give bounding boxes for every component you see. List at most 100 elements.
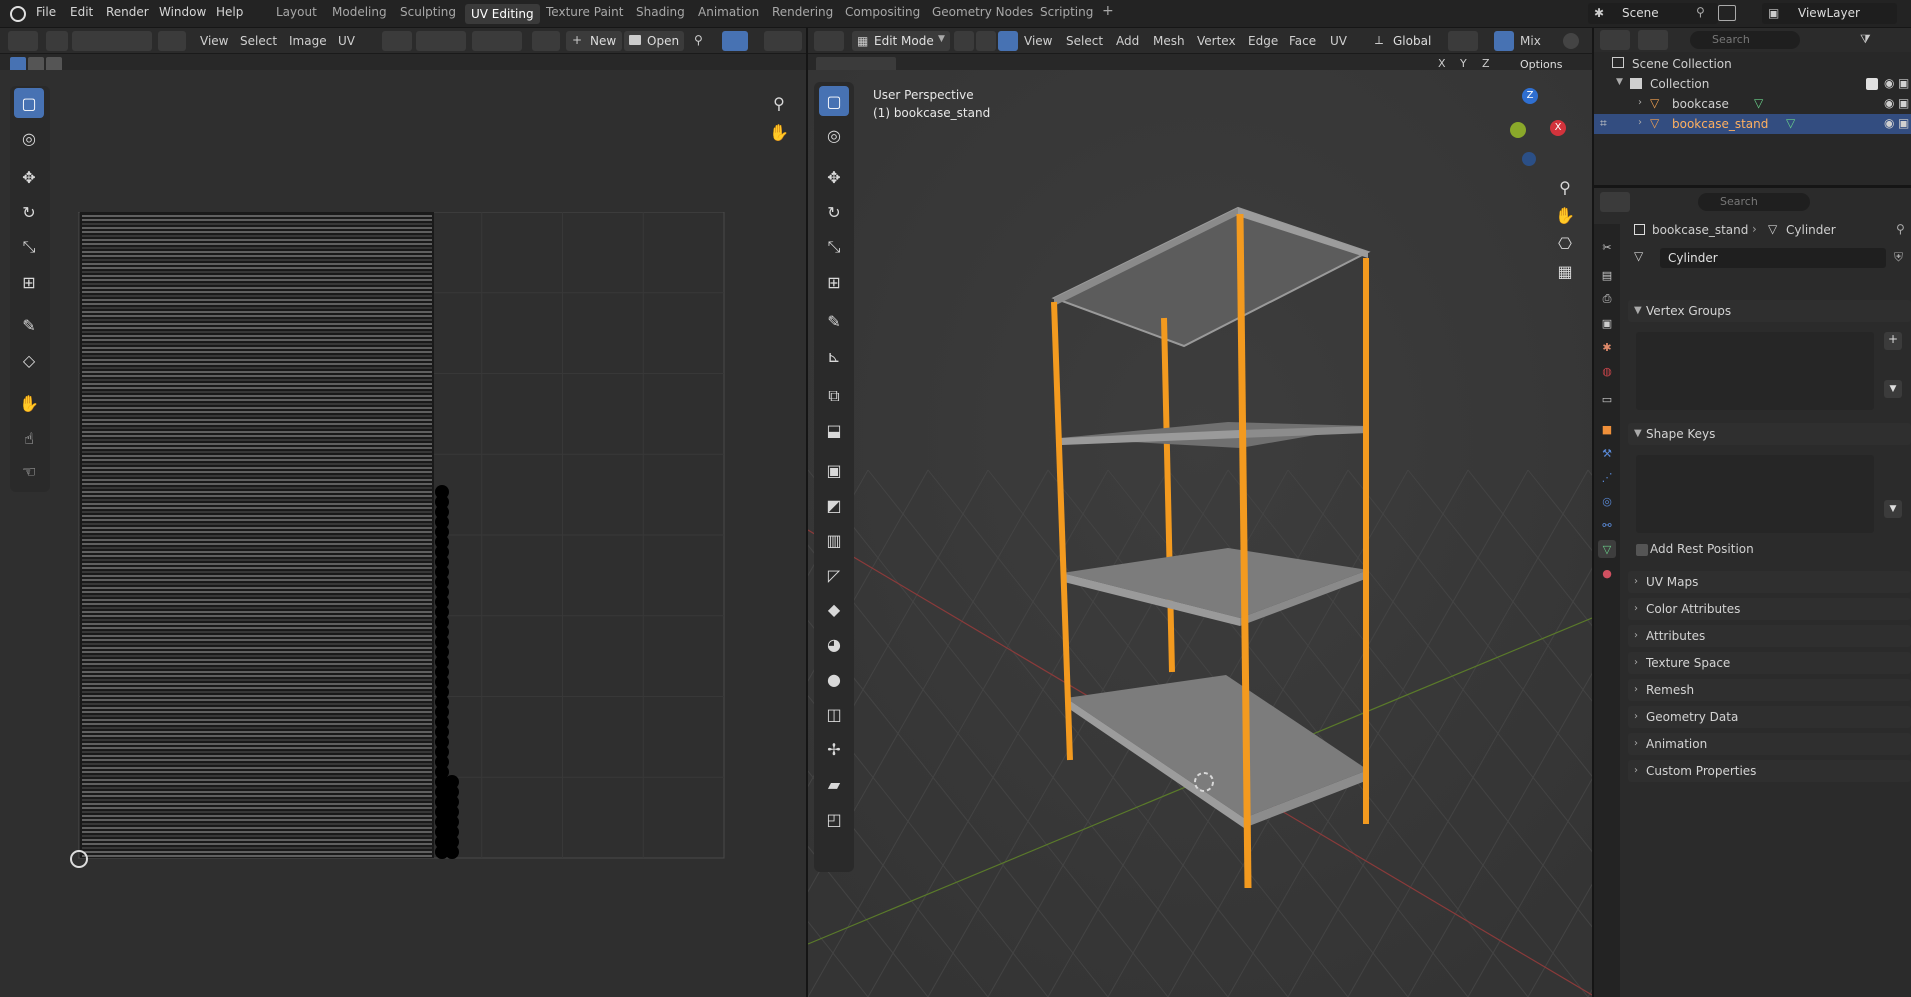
relax-tool-icon[interactable]: ☝ bbox=[14, 423, 44, 453]
proportional-edit-toggle-icon[interactable] bbox=[1563, 33, 1579, 49]
render-camera-icon[interactable]: ▣ bbox=[1898, 96, 1909, 110]
visibility-eye-icon[interactable]: ◉ bbox=[1884, 96, 1894, 110]
annotate-tool-icon[interactable]: ✎ bbox=[14, 310, 44, 340]
physics-tab-icon[interactable]: ◎ bbox=[1598, 492, 1616, 510]
shape-keys-panel-header[interactable]: ▼ Shape Keys bbox=[1628, 423, 1911, 445]
attributes-panel-header[interactable]: › Attributes bbox=[1628, 625, 1911, 647]
add-rest-position-checkbox[interactable] bbox=[1636, 544, 1648, 556]
pin-icon[interactable]: ⚲ bbox=[1896, 222, 1905, 236]
uv-select-mode-buttons[interactable] bbox=[72, 31, 152, 51]
expand-chevron-icon[interactable]: › bbox=[1638, 117, 1642, 128]
vertex-groups-panel-header[interactable]: ▼ Vertex Groups bbox=[1628, 300, 1911, 322]
grab-tool-icon[interactable]: ✋ bbox=[14, 388, 44, 418]
visibility-eye-icon[interactable]: ◉ bbox=[1884, 76, 1894, 90]
spin-tool-icon[interactable]: ◕ bbox=[819, 629, 849, 659]
output-tab-icon[interactable]: ⎙ bbox=[1598, 290, 1616, 308]
view-layer-selector[interactable]: ▣ ViewLayer bbox=[1762, 3, 1897, 24]
tool-tab-icon[interactable]: ✂ bbox=[1598, 238, 1616, 256]
rip-tool-icon[interactable]: ◇ bbox=[14, 345, 44, 375]
uv-menu-view[interactable]: View bbox=[200, 34, 228, 48]
vp-menu-face[interactable]: Face bbox=[1289, 34, 1316, 48]
shape-key-menu-chevron-icon[interactable]: ▼ bbox=[1884, 500, 1902, 518]
vp-scale-tool-icon[interactable]: ⤡ bbox=[819, 232, 849, 262]
proportional-edit-icon[interactable] bbox=[472, 31, 522, 51]
vp-menu-mesh[interactable]: Mesh bbox=[1153, 34, 1185, 48]
inset-faces-tool-icon[interactable]: ▣ bbox=[819, 455, 849, 485]
axis-z-toggle[interactable]: Z bbox=[1482, 57, 1490, 70]
constraints-tab-icon[interactable]: ⚯ bbox=[1598, 516, 1616, 534]
gizmo-x-axis[interactable]: X bbox=[1550, 120, 1566, 136]
properties-editor-type-icon[interactable] bbox=[1600, 192, 1630, 212]
pivot-point-icon[interactable] bbox=[1448, 31, 1478, 51]
vertex-groups-list[interactable] bbox=[1636, 332, 1874, 410]
rip-region-tool-icon[interactable]: ◰ bbox=[819, 804, 849, 834]
fake-user-shield-icon[interactable]: ⛨ bbox=[1894, 250, 1903, 265]
tab-animation[interactable]: Animation bbox=[698, 5, 759, 19]
tab-scripting[interactable]: Scripting bbox=[1040, 5, 1093, 19]
tab-sculpting[interactable]: Sculpting bbox=[400, 5, 456, 19]
vp-menu-edge[interactable]: Edge bbox=[1248, 34, 1278, 48]
outliner-item-bookcase-stand[interactable]: ⌗ › ▽ bookcase_stand ▽ ◉ ▣ bbox=[1594, 114, 1911, 134]
outliner-editor-type-icon[interactable] bbox=[1600, 30, 1630, 50]
mode-selector[interactable]: ▦ Edit Mode ▼ bbox=[852, 31, 950, 51]
vp-menu-vertex[interactable]: Vertex bbox=[1197, 34, 1236, 48]
tab-modeling[interactable]: Modeling bbox=[332, 5, 387, 19]
vp-menu-uv[interactable]: UV bbox=[1330, 34, 1347, 48]
mesh-datablock-field[interactable]: ▽ Cylinder ⛨ bbox=[1630, 248, 1911, 268]
shear-tool-icon[interactable]: ▰ bbox=[819, 769, 849, 799]
overlay-toggle-icon[interactable] bbox=[764, 31, 802, 51]
data-tab-icon[interactable]: ▽ bbox=[1598, 540, 1616, 558]
scene-selector[interactable]: ✱ Scene ⚲ bbox=[1588, 3, 1718, 24]
render-tab-icon[interactable]: ▤ bbox=[1598, 266, 1616, 284]
tab-shading[interactable]: Shading bbox=[636, 5, 685, 19]
scale-tool-icon[interactable]: ⤡ bbox=[14, 232, 44, 262]
add-vertex-group-button[interactable]: + bbox=[1884, 332, 1902, 350]
vp-menu-select[interactable]: Select bbox=[1066, 34, 1103, 48]
tab-layout[interactable]: Layout bbox=[276, 5, 317, 19]
vp-menu-view[interactable]: View bbox=[1024, 34, 1052, 48]
outliner-search-input[interactable]: Search bbox=[1690, 31, 1800, 49]
perspective-toggle-icon[interactable]: ▦ bbox=[1550, 256, 1580, 286]
shrink-fatten-tool-icon[interactable]: ✢ bbox=[819, 734, 849, 764]
color-attributes-panel-header[interactable]: › Color Attributes bbox=[1628, 598, 1911, 620]
world-tab-icon[interactable]: ◍ bbox=[1598, 362, 1616, 380]
vp-menu-add[interactable]: Add bbox=[1116, 34, 1139, 48]
poly-build-tool-icon[interactable]: ◆ bbox=[819, 594, 849, 624]
pan-view-icon[interactable]: ✋ bbox=[764, 117, 794, 147]
particles-tab-icon[interactable]: ⋰ bbox=[1598, 468, 1616, 486]
menu-window[interactable]: Window bbox=[159, 5, 206, 19]
modifier-tab-icon[interactable]: ⚒ bbox=[1598, 444, 1616, 462]
3d-viewport[interactable]: User Perspective (1) bookcase_stand ▢ ◎ … bbox=[808, 70, 1592, 997]
vp-cursor-tool-icon[interactable]: ◎ bbox=[819, 120, 849, 150]
uv-editor-canvas[interactable]: ▢ ◎ ✥ ↻ ⤡ ⊞ ✎ ◇ ✋ ☝ ☜ ⚲ ✋ bbox=[0, 70, 806, 997]
pin-image-icon[interactable]: ⚲ bbox=[694, 33, 703, 47]
axis-y-toggle[interactable]: Y bbox=[1460, 57, 1467, 70]
snap-toggle-icon[interactable] bbox=[1494, 31, 1514, 51]
filter-icon[interactable]: ⧩ bbox=[1860, 32, 1871, 47]
editor-type-icon[interactable] bbox=[8, 31, 38, 51]
object-tab-icon[interactable]: ■ bbox=[1598, 420, 1616, 438]
orientation-selector[interactable]: ⟂ Global bbox=[1373, 31, 1443, 51]
vertex-select-icon[interactable] bbox=[954, 31, 974, 51]
knife-tool-icon[interactable]: ◸ bbox=[819, 560, 849, 590]
tab-uv-editing[interactable]: UV Editing bbox=[465, 4, 540, 24]
cursor-tool-icon[interactable]: ◎ bbox=[14, 123, 44, 153]
material-tab-icon[interactable]: ● bbox=[1598, 564, 1616, 582]
uv-maps-panel-header[interactable]: › UV Maps bbox=[1628, 571, 1911, 593]
scene-tab-icon[interactable]: ✱ bbox=[1598, 338, 1616, 356]
vp-move-tool-icon[interactable]: ✥ bbox=[819, 162, 849, 192]
render-camera-icon[interactable]: ▣ bbox=[1898, 116, 1909, 130]
shape-keys-list[interactable] bbox=[1636, 455, 1874, 533]
tab-texture-paint[interactable]: Texture Paint bbox=[546, 5, 623, 19]
rotate-tool-icon[interactable]: ↻ bbox=[14, 197, 44, 227]
mesh-name-input[interactable]: Cylinder bbox=[1660, 248, 1886, 268]
measure-tool-icon[interactable]: ⊾ bbox=[819, 341, 849, 371]
geometry-data-panel-header[interactable]: › Geometry Data bbox=[1628, 706, 1911, 728]
gizmo-z-axis[interactable]: Z bbox=[1522, 88, 1538, 104]
open-image-button[interactable]: Open bbox=[624, 31, 684, 51]
uv-menu-select[interactable]: Select bbox=[240, 34, 277, 48]
snap-icon[interactable] bbox=[416, 31, 466, 51]
vp-select-box-tool-icon[interactable]: ▢ bbox=[819, 86, 849, 116]
vp-zoom-icon[interactable]: ⚲ bbox=[1550, 172, 1580, 202]
custom-properties-panel-header[interactable]: › Custom Properties bbox=[1628, 760, 1911, 782]
